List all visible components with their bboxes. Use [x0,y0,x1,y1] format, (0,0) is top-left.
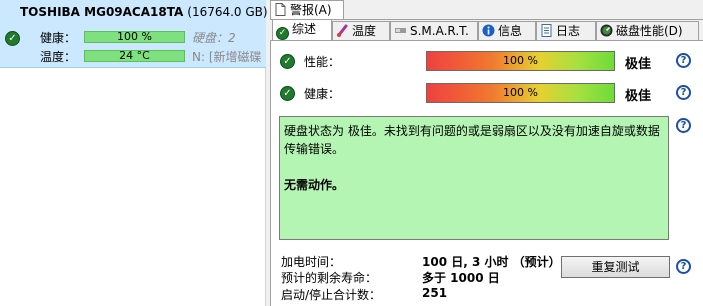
tab-temperature[interactable]: 温度 [332,21,390,41]
tab-disk-performance-label: 磁盘性能(D) [616,24,683,38]
remaining-life-value: 多于 1000 日 [422,271,500,285]
drive-list-panel: TOSHIBA MG09ACA18TA (16764.0 GB) ✓ 健康： 10… [0,0,268,306]
gauge-icon [600,24,613,37]
health-check-icon: ✓ [280,86,295,101]
tab-smart[interactable]: S.M.A.R.T. [390,21,478,41]
tab-overview-label: 综述 [292,22,317,36]
health-ok-check-icon: ✓ [5,31,20,46]
volume-label: N: [新增磁碟 [192,50,262,64]
retest-help-icon[interactable]: ? [676,259,691,274]
performance-help-icon[interactable]: ? [676,53,691,68]
drive-temp-label: 温度： [40,50,77,64]
health-label: 健康： [304,87,341,101]
tab-log-label: 日志 [556,24,581,38]
health-bar: 100 % [426,83,615,103]
health-rating: 极佳 [625,89,652,104]
smart-drive-icon [394,24,407,37]
tab-smart-label: S.M.A.R.T. [410,24,469,38]
tab-alert-label: 警报(A) [290,3,332,17]
tab-alert[interactable]: 警报(A) [270,0,344,20]
log-icon [540,24,553,37]
retest-button[interactable]: 重复测试 [561,256,670,278]
status-textbox[interactable]: 硬盘状态为 极佳。未找到有问题的或是弱扇区以及没有加速自旋或数据传输错误。 无需… [279,116,669,240]
tab-row-divider [270,19,703,20]
status-action: 无需动作。 [284,178,345,192]
tab-disk-performance[interactable]: 磁盘性能(D) [596,21,699,41]
check-icon: ✓ [276,27,289,40]
drive-health-bar: 100 % [84,31,185,43]
start-stop-label: 启动/停止合计数： [281,288,382,302]
performance-rating: 极佳 [625,57,652,72]
tab-temperature-label: 温度 [352,24,377,38]
remaining-life-label: 预计的剩余寿命： [281,271,378,285]
document-icon [274,3,287,16]
info-icon [482,24,495,37]
drive-size: (16764.0 GB) [187,5,268,19]
drive-title: TOSHIBA MG09ACA18TA (16764.0 GB) [20,5,268,19]
health-help-icon[interactable]: ? [676,85,691,100]
tab-overview[interactable]: ✓ 综述 [272,19,332,41]
start-stop-value: 251 [422,286,448,300]
tab-info-label: 信息 [498,24,523,38]
status-help-icon[interactable]: ? [676,118,691,133]
drive-model: TOSHIBA MG09ACA18TA [20,5,184,19]
performance-label: 性能： [304,55,341,69]
power-on-value: 100 日, 3 小时 （预计） [422,255,561,269]
status-description: 硬盘状态为 极佳。未找到有问题的或是弱扇区以及没有加速自旋或数据传输错误。 [284,124,660,156]
drive-temp-bar: 24 °C [84,50,185,62]
tab-info[interactable]: 信息 [478,21,536,41]
power-on-label: 加电时间： [281,255,342,269]
performance-ok-check-icon: ✓ [280,54,295,69]
tab-log[interactable]: 日志 [536,21,596,41]
drive-list-item[interactable]: TOSHIBA MG09ACA18TA (16764.0 GB) ✓ 健康： 10… [0,0,268,68]
disk-number: 硬盘：2 [192,31,236,45]
performance-bar: 100 % [426,51,615,71]
drive-health-label: 健康： [40,31,77,45]
thermometer-icon [336,24,349,37]
